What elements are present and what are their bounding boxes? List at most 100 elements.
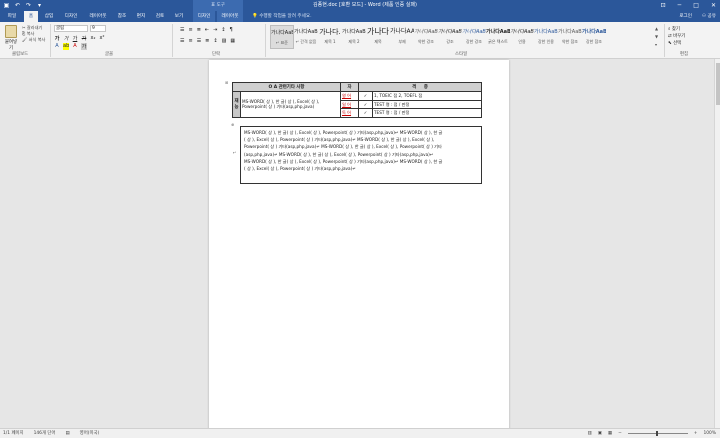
side-label-cell[interactable]: 재능 [232, 91, 241, 118]
cert-cell[interactable]: 1, TOEIC 점 2, TOEFL 점 [372, 91, 482, 101]
multilevel-icon[interactable]: ≣ [197, 27, 201, 33]
redo-icon[interactable]: ↷ [25, 1, 32, 10]
tab-table-layout[interactable]: 레이아웃 [217, 11, 243, 22]
font-name-select[interactable]: 굴림 [54, 25, 88, 32]
font-color-icon[interactable]: A [72, 43, 78, 50]
document-page[interactable]: ⊞ O A 관련기타 사항 자 격 증 재능 MS-WORD( 상 ), 한 글… [209, 60, 509, 432]
tab-view[interactable]: 보기 [171, 11, 187, 22]
cert-cell[interactable]: TEST 명 : 점 / 판정 [372, 99, 482, 109]
tab-references[interactable]: 참조 [114, 11, 130, 22]
tab-review[interactable]: 검토 [152, 11, 168, 22]
style-quote[interactable]: 가나다AaB 인용 [510, 25, 534, 49]
tell-me-search[interactable]: 💡 수행할 작업을 알려 주세요. [252, 11, 312, 22]
style-strong[interactable]: 가나다AaB 굵은 텍스트 [486, 25, 510, 49]
select-button[interactable]: ⬉ 선택 [668, 40, 685, 47]
customize-qat-icon[interactable]: ▾ [36, 1, 43, 10]
undo-icon[interactable]: ↶ [14, 1, 21, 10]
find-button[interactable]: ⌕ 찾기 [668, 26, 685, 33]
justify-icon[interactable]: ≣ [205, 38, 209, 44]
borders-icon[interactable]: ▦ [230, 38, 235, 44]
tab-file[interactable]: 파일 [2, 11, 22, 22]
chevron-up-icon[interactable]: ▲ [655, 25, 661, 33]
style-subtle-reference[interactable]: 가나다AaBl 약한 참조 [558, 25, 582, 49]
style-subtle-emphasis[interactable]: 가나다AaB 약한 강조 [414, 25, 438, 49]
check-cell[interactable]: ✓ [358, 108, 373, 118]
maximize-button[interactable]: □ [693, 0, 699, 11]
language-status[interactable]: 영어(미국) [80, 429, 100, 438]
anchor-icon[interactable]: ⊕ [231, 122, 234, 127]
header-col-2[interactable]: 격 증 [358, 82, 482, 92]
align-right-icon[interactable]: ☰ [197, 38, 201, 44]
format-painter-button[interactable]: 🖌 서식 복사 [22, 37, 45, 43]
table-move-handle-icon[interactable]: ⊞ [225, 80, 228, 85]
subscript-icon[interactable]: x₂ [90, 35, 96, 42]
ribbon-options-icon[interactable]: ⊡ [661, 0, 666, 11]
char-shading-icon[interactable]: 가 [81, 43, 87, 50]
tab-layout[interactable]: 레이아웃 [85, 11, 111, 22]
shading-icon[interactable]: ▨ [222, 38, 227, 44]
page-count[interactable]: 1/1 페이지 [3, 429, 24, 438]
decrease-indent-icon[interactable]: ⇤ [205, 27, 209, 33]
zoom-out-icon[interactable]: − [618, 429, 622, 438]
style-no-spacing[interactable]: 가나다AaBl ↵ 간격 없음 [294, 25, 318, 49]
minimize-button[interactable]: ─ [678, 0, 682, 11]
web-layout-icon[interactable]: ▦ [608, 429, 612, 438]
underline-icon[interactable]: 가 [72, 35, 78, 42]
align-left-icon[interactable]: ☰ [180, 38, 184, 44]
skills-cell[interactable]: MS-WORD( 상 ), 한 글( 상 ), Excel( 상 ), Powe… [240, 91, 341, 118]
tab-home[interactable]: 홈 [24, 11, 38, 22]
sign-in-link[interactable]: 로그인 [679, 11, 692, 22]
bold-icon[interactable]: 가 [54, 35, 60, 42]
align-center-icon[interactable]: ≡ [188, 38, 192, 44]
text-effects-icon[interactable]: A [54, 43, 60, 50]
tab-table-design[interactable]: 디자인 [193, 11, 215, 22]
highlight-icon[interactable]: ab [63, 43, 69, 50]
word-count[interactable]: 146개 단어 [34, 429, 56, 438]
text-box[interactable]: MS-WORD( 상 ), 한 글( 상 ), Excel( 상 ), Powe… [240, 126, 482, 184]
zoom-level[interactable]: 100% [703, 429, 716, 438]
lang-cell[interactable]: 일 어 [340, 99, 359, 109]
zoom-knob[interactable] [655, 431, 658, 436]
lang-cell[interactable]: 영 어 [340, 91, 359, 101]
style-intense-quote[interactable]: 가나다AaBb 강한 인용 [534, 25, 558, 49]
read-mode-icon[interactable]: ▥ [588, 429, 592, 438]
italic-icon[interactable]: 가 [63, 35, 69, 42]
increase-indent-icon[interactable]: ⇥ [213, 27, 217, 33]
style-intense-emphasis[interactable]: 가나다AaB 강한 강조 [462, 25, 486, 49]
save-icon[interactable]: ▣ [3, 1, 10, 10]
vertical-scrollbar[interactable] [714, 59, 720, 428]
zoom-slider[interactable] [627, 431, 688, 436]
style-normal[interactable]: 가나다AaBl ↵ 표준 [270, 25, 294, 49]
line-spacing-icon[interactable]: ↕ [213, 38, 217, 44]
check-cell[interactable]: ✓ [358, 91, 373, 101]
style-heading-1[interactable]: 가나다. 제목 1 [318, 25, 342, 49]
paste-button[interactable]: 붙여넣기 [3, 25, 19, 51]
scrollbar-thumb[interactable] [716, 63, 720, 105]
proofing-icon[interactable]: ▤ [66, 429, 70, 438]
tab-insert[interactable]: 삽입 [41, 11, 57, 22]
share-button[interactable]: ⚇ 공유 [702, 11, 716, 22]
bullets-icon[interactable]: ☰ [180, 27, 184, 33]
style-heading-2[interactable]: 가나다AaBl 제목 2 [342, 25, 366, 49]
print-layout-icon[interactable]: ▣ [598, 429, 602, 438]
check-cell[interactable]: ✓ [358, 99, 373, 109]
zoom-in-icon[interactable]: + [694, 429, 698, 438]
sort-icon[interactable]: ↕ [221, 27, 225, 33]
tab-mailings[interactable]: 편지 [133, 11, 149, 22]
strikethrough-icon[interactable]: 가 [81, 35, 87, 42]
close-button[interactable]: ✕ [711, 0, 716, 11]
replace-button[interactable]: ⇄ 바꾸기 [668, 33, 685, 40]
header-col-1[interactable]: 자 [340, 82, 359, 92]
font-size-select[interactable]: 9 [90, 25, 106, 32]
more-styles-icon[interactable]: ▾ [655, 41, 661, 49]
style-intense-reference[interactable]: 가나다AaBl 강한 참조 [582, 25, 606, 49]
cert-cell[interactable]: TEST 명 : 점 / 판정 [372, 108, 482, 118]
style-emphasis[interactable]: 가나다AaB 강조 [438, 25, 462, 49]
style-title[interactable]: 가나다 제목 [366, 25, 390, 49]
numbering-icon[interactable]: ≡ [188, 27, 192, 33]
show-marks-icon[interactable]: ¶ [230, 27, 233, 33]
superscript-icon[interactable]: x² [99, 35, 105, 42]
tab-design[interactable]: 디자인 [60, 11, 82, 22]
chevron-down-icon[interactable]: ▼ [655, 33, 661, 41]
lang-cell[interactable]: 독 어 [340, 108, 359, 118]
